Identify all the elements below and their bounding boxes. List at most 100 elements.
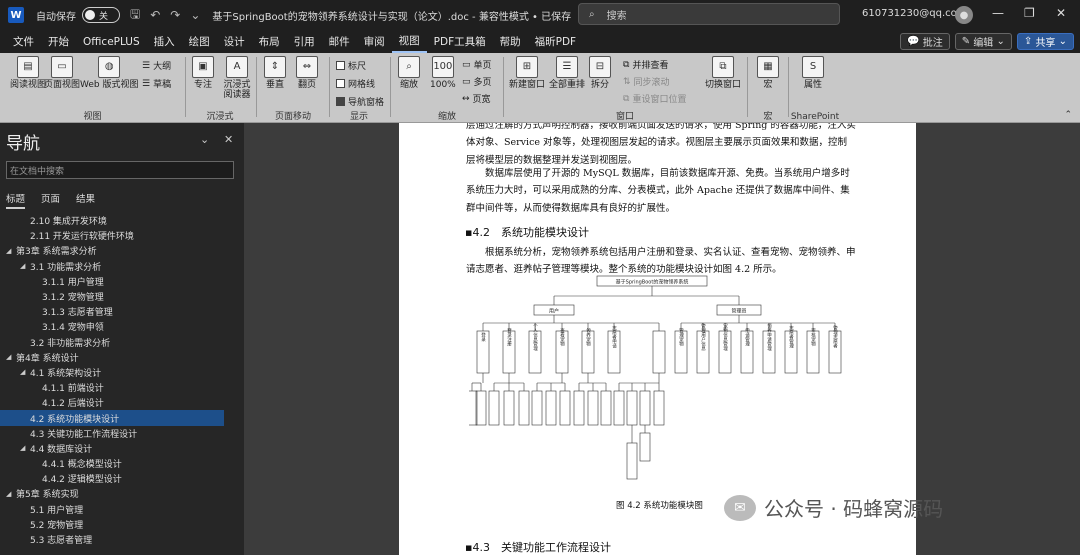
document-page[interactable]: 层通过注解的方式声明控制器，接收前端页面发送的请求，使用 Spring 的容器功… — [399, 123, 916, 555]
close-icon[interactable]: ✕ — [1056, 6, 1066, 20]
immersive-reader-button[interactable]: A 沉浸式阅读器 — [220, 56, 254, 100]
nav-search-input[interactable]: 在文档中搜索 — [6, 161, 234, 179]
navigation-pane-checkbox[interactable]: 导航窗格 — [336, 95, 384, 108]
comment-button[interactable]: 💬 批注 — [900, 33, 950, 50]
ribbon-tab[interactable]: 设计 — [217, 30, 252, 53]
ribbon-tab[interactable]: 开始 — [41, 30, 76, 53]
search-box[interactable]: ⌕ 搜索 — [578, 3, 840, 25]
nav-heading-item[interactable]: 4.3 关键功能工作流程设计 — [0, 426, 244, 441]
zoom-button[interactable]: ⌕ 缩放 — [398, 56, 420, 90]
nav-tab-results[interactable]: 结果 — [76, 191, 95, 209]
minimize-icon[interactable]: — — [992, 6, 1004, 20]
web-layout-button[interactable]: ◍ Web 版式视图 — [80, 56, 138, 90]
ribbon-tab[interactable]: 绘图 — [182, 30, 217, 53]
nav-tab-pages[interactable]: 页面 — [41, 191, 60, 209]
nav-close-icon[interactable]: ✕ — [224, 133, 233, 146]
side-to-side-button[interactable]: ⇔ 翻页 — [296, 56, 318, 90]
nav-heading-label: 4.4.2 逻辑模型设计 — [42, 475, 122, 486]
multiple-pages-button[interactable]: ▭ 多页 — [462, 75, 492, 89]
nav-heading-item[interactable]: ◢ 3.1 功能需求分析 — [0, 259, 244, 274]
nav-heading-item[interactable]: 4.1.1 前端设计 — [0, 380, 244, 395]
expand-arrow-icon[interactable]: ◢ — [20, 368, 30, 376]
ribbon-tab[interactable]: 视图 — [391, 30, 427, 53]
nav-heading-label: 第4章 系统设计 — [16, 353, 79, 364]
diagram-node-label: 管理志愿者 — [833, 325, 838, 350]
avatar[interactable]: ● — [955, 6, 973, 24]
reset-window-button[interactable]: ⧉ 重设窗口位置 — [623, 92, 686, 106]
nav-heading-item[interactable]: 2.11 开发运行软硬件环境 — [0, 228, 244, 243]
paragraph: 层通过注解的方式声明控制器，接收前端页面发送的请求，使用 Spring 的容器功… — [466, 123, 856, 166]
nav-heading-item[interactable]: 2.10 集成开发环境 — [0, 213, 244, 228]
nav-heading-item[interactable]: 3.1.4 宠物申领 — [0, 319, 244, 334]
expand-arrow-icon[interactable]: ◢ — [6, 247, 16, 255]
expand-arrow-icon[interactable]: ◢ — [6, 490, 16, 498]
nav-heading-item[interactable]: 3.1.2 宠物管理 — [0, 289, 244, 304]
immersive-group-label: 沉浸式 — [206, 112, 234, 122]
switch-window-button[interactable]: ⧉ 切换窗口 — [705, 56, 741, 90]
share-button[interactable]: ⇪ 共享 ⌄ — [1016, 33, 1074, 50]
ruler-checkbox[interactable]: 标尺 — [336, 59, 366, 72]
nav-heading-item[interactable]: 4.1.2 后端设计 — [0, 395, 244, 410]
nav-heading-item[interactable]: ◢ 第5章 系统实现 — [0, 486, 244, 501]
read-mode-button[interactable]: ▤ 阅读视图 — [10, 56, 46, 90]
customize-toolbar-icon[interactable]: ⌄ — [190, 8, 200, 22]
gridlines-checkbox[interactable]: 网格线 — [336, 77, 375, 90]
account-email[interactable]: 610731230@qq.com — [862, 8, 967, 19]
split-button[interactable]: ⊟ 拆分 — [589, 56, 611, 90]
print-layout-button[interactable]: ▭ 页面视图 — [44, 56, 80, 90]
nav-heading-item[interactable]: ◢ 第3章 系统需求分析 — [0, 243, 244, 258]
diagram-node-label: 查看宠物 — [560, 327, 565, 348]
macros-button[interactable]: ▦ 宏 — [757, 56, 779, 90]
ribbon-tab[interactable]: OfficePLUS — [76, 30, 147, 53]
collapse-ribbon-icon[interactable]: ⌃ — [1064, 110, 1072, 120]
edit-mode-button[interactable]: ✎ 编辑 ⌄ — [954, 33, 1012, 50]
nav-options-icon[interactable]: ⌄ — [200, 133, 209, 146]
nav-heading-item[interactable]: ◢ 4.4 数据库设计 — [0, 441, 244, 456]
one-page-button[interactable]: ▭ 单页 — [462, 58, 492, 72]
focus-button[interactable]: ▣ 专注 — [192, 56, 214, 90]
sync-scroll-button[interactable]: ⇅ 同步滚动 — [623, 75, 670, 89]
draft-button[interactable]: ☰ 草稿 — [142, 77, 171, 91]
expand-arrow-icon[interactable]: ◢ — [20, 262, 30, 270]
nav-heading-item[interactable]: ◢ 4.1 系统架构设计 — [0, 365, 244, 380]
ribbon-tab[interactable]: 文件 — [6, 30, 41, 53]
nav-tab-headings[interactable]: 标题 — [6, 191, 26, 209]
nav-heading-item[interactable]: 5.1 用户管理 — [0, 502, 244, 517]
nav-heading-item[interactable]: 4.4.1 概念模型设计 — [0, 456, 244, 471]
ribbon-tab[interactable]: 审阅 — [357, 30, 392, 53]
nav-heading-item[interactable]: ◢ 第4章 系统设计 — [0, 350, 244, 365]
outline-button[interactable]: ☰ 大纲 — [142, 59, 171, 73]
nav-heading-item[interactable]: 5.2 宠物管理 — [0, 517, 244, 532]
redo-icon[interactable]: ↷ — [170, 8, 180, 22]
nav-heading-item[interactable]: 3.1.1 用户管理 — [0, 274, 244, 289]
zoom-100-button[interactable]: 100 100% — [430, 56, 456, 90]
ribbon-tab[interactable]: PDF工具箱 — [427, 30, 493, 53]
expand-arrow-icon[interactable]: ◢ — [6, 353, 16, 361]
side-by-side-button[interactable]: ⧉ 并排查看 — [623, 58, 668, 72]
page-width-button[interactable]: ↔ 页宽 — [462, 92, 491, 106]
nav-heading-item[interactable]: 4.2 系统功能模块设计 — [0, 410, 224, 426]
expand-arrow-icon[interactable]: ◢ — [20, 444, 30, 452]
ribbon-tab[interactable]: 帮助 — [493, 30, 528, 53]
new-window-button[interactable]: ⊞ 新建窗口 — [509, 56, 545, 90]
ribbon-tab[interactable]: 福昕PDF — [528, 30, 583, 53]
restore-icon[interactable]: ❐ — [1024, 6, 1035, 20]
nav-heading-label: 3.1.4 宠物申领 — [42, 323, 104, 334]
diagram-leaf-node — [488, 390, 500, 426]
ribbon-tab[interactable]: 引用 — [287, 30, 322, 53]
nav-heading-item[interactable]: 5.3 志愿者管理 — [0, 532, 244, 547]
diagram-root-label: 基于SpringBoot的宠物领养系统 — [616, 279, 689, 286]
diagram-admin-label: 管理员 — [731, 308, 746, 315]
nav-heading-item[interactable]: 3.2 非功能需求分析 — [0, 335, 244, 350]
nav-heading-item[interactable]: 4.4.2 逻辑模型设计 — [0, 471, 244, 486]
ribbon-tab[interactable]: 邮件 — [322, 30, 357, 53]
ribbon-tab[interactable]: 布局 — [252, 30, 287, 53]
autosave-toggle[interactable]: 关 — [82, 7, 120, 23]
ribbon-tab[interactable]: 插入 — [147, 30, 182, 53]
nav-heading-item[interactable]: 3.1.3 志愿者管理 — [0, 304, 244, 319]
properties-button[interactable]: S 属性 — [802, 56, 824, 90]
save-icon[interactable]: 🖫 — [130, 5, 140, 26]
vertical-button[interactable]: ⇕ 垂直 — [264, 56, 286, 90]
undo-icon[interactable]: ↶ — [150, 8, 160, 22]
arrange-all-button[interactable]: ☰ 全部重排 — [549, 56, 585, 90]
